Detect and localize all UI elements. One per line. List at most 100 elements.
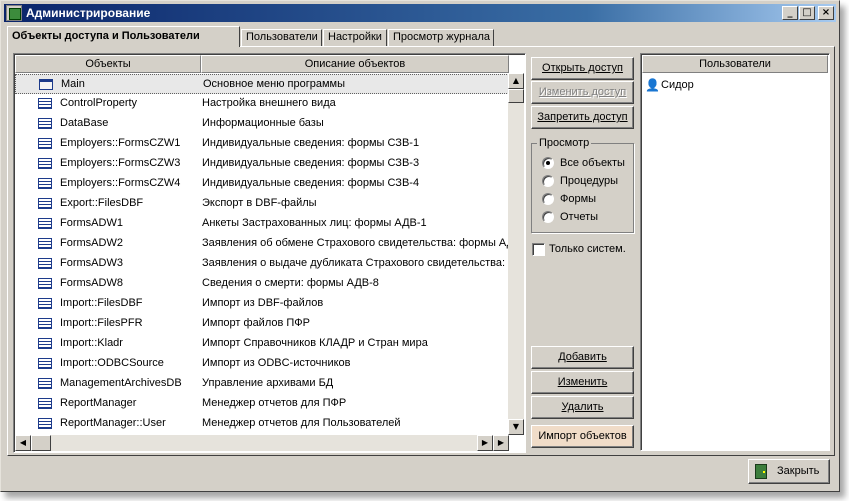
delete-object-button[interactable]: Удалить bbox=[531, 396, 634, 419]
table-icon bbox=[38, 138, 52, 149]
table-icon bbox=[38, 98, 52, 109]
tab-access-objects[interactable]: Объекты доступа и Пользователи bbox=[7, 26, 240, 47]
table-row[interactable]: Employers::FormsCZW4 Индивидуальные сведе… bbox=[15, 174, 509, 194]
scroll-left-arrow[interactable]: ◀ bbox=[15, 435, 31, 451]
maximize-button[interactable]: □ bbox=[799, 6, 815, 20]
deny-access-button[interactable]: Запретить доступ bbox=[531, 106, 634, 129]
add-object-button[interactable]: Добавить bbox=[531, 346, 634, 369]
tab-users[interactable]: Пользователи bbox=[241, 29, 322, 47]
table-row[interactable]: DataBase Информационные базы bbox=[15, 114, 509, 134]
close-window-button[interactable]: × bbox=[818, 6, 834, 20]
scroll-right-arrow[interactable]: ▶ bbox=[477, 435, 493, 451]
object-name-cell: Main bbox=[61, 78, 85, 90]
object-name-cell: Employers::FormsCZW4 bbox=[60, 177, 181, 189]
table-row[interactable]: FormsADW8 Сведения о смерти: формы АДВ-8 bbox=[15, 274, 509, 294]
object-name-cell: FormsADW1 bbox=[60, 217, 123, 229]
scroll-up-arrow[interactable]: ▲ bbox=[508, 73, 524, 89]
user-icon: 👤 bbox=[645, 78, 660, 92]
table-row[interactable]: Import::ODBCSource Импорт из ODBC-источни… bbox=[15, 354, 509, 374]
horizontal-scrollbar[interactable]: ◀ ▶ ▶ bbox=[15, 435, 509, 451]
object-name-cell: Import::Kladr bbox=[60, 337, 123, 349]
table-icon bbox=[38, 198, 52, 209]
table-icon bbox=[38, 338, 52, 349]
object-name-cell: DataBase bbox=[60, 117, 109, 129]
system-only-box[interactable] bbox=[532, 243, 545, 256]
object-name-cell: FormsADW3 bbox=[60, 257, 123, 269]
table-icon bbox=[38, 258, 52, 269]
table-icon bbox=[38, 278, 52, 289]
change-access-button[interactable]: Изменить доступ bbox=[531, 81, 634, 104]
tab-panel: Объекты Описание объектов Main Основное м… bbox=[7, 46, 835, 456]
vertical-scrollbar[interactable]: ▲ ▼ bbox=[508, 73, 524, 435]
table-icon bbox=[38, 118, 52, 129]
table-icon bbox=[38, 318, 52, 329]
tab-settings[interactable]: Настройки bbox=[323, 29, 387, 47]
table-icon bbox=[38, 358, 52, 369]
object-name-cell: Export::FilesDBF bbox=[60, 197, 144, 209]
table-row[interactable]: FormsADW1 Анкеты Застрахованных лиц: форм… bbox=[15, 214, 509, 234]
object-name-cell: ControlProperty bbox=[60, 97, 138, 109]
object-description-cell: Импорт из DBF-файлов bbox=[202, 297, 324, 309]
radio-procedures-label: Процедуры bbox=[560, 175, 619, 187]
object-description-cell: Заявления об обмене Страхового свидетель… bbox=[202, 237, 509, 249]
table-icon bbox=[38, 158, 52, 169]
table-icon bbox=[38, 298, 52, 309]
radio-all-objects-dot[interactable] bbox=[542, 157, 554, 169]
horizontal-scroll-thumb[interactable] bbox=[31, 435, 51, 451]
table-row[interactable]: Employers::FormsCZW3 Индивидуальные сведе… bbox=[15, 154, 509, 174]
table-icon bbox=[38, 178, 52, 189]
object-description-cell: Управление архивами БД bbox=[202, 377, 334, 389]
table-row[interactable]: FormsADW2 Заявления об обмене Страхового … bbox=[15, 234, 509, 254]
object-name-cell: Employers::FormsCZW3 bbox=[60, 157, 181, 169]
table-icon bbox=[38, 418, 52, 429]
table-row[interactable]: ManagementArchivesDB Управление архивами … bbox=[15, 374, 509, 394]
app-icon bbox=[6, 5, 22, 21]
object-name-cell: Import::FilesPFR bbox=[60, 317, 143, 329]
table-row[interactable]: ReportManager Менеджер отчетов для ПФР bbox=[15, 394, 509, 414]
object-description-cell: Индивидуальные сведения: формы СЗВ-4 bbox=[202, 177, 420, 189]
column-header-description[interactable]: Описание объектов bbox=[201, 55, 509, 73]
close-button-label: Закрыть bbox=[777, 465, 820, 477]
scroll-down-arrow[interactable]: ▼ bbox=[508, 419, 524, 435]
table-row[interactable]: Import::FilesDBF Импорт из DBF-файлов bbox=[15, 294, 509, 314]
table-row[interactable]: Employers::FormsCZW1 Индивидуальные сведе… bbox=[15, 134, 509, 154]
object-description-cell: Индивидуальные сведения: формы СЗВ-3 bbox=[202, 157, 420, 169]
vertical-scroll-thumb[interactable] bbox=[508, 89, 524, 103]
title-bar[interactable]: Администрирование _ □ × bbox=[4, 4, 836, 22]
object-name-cell: Employers::FormsCZW1 bbox=[60, 137, 181, 149]
view-filter-title: Просмотр bbox=[537, 137, 592, 149]
close-button[interactable]: Закрыть bbox=[748, 459, 830, 484]
minimize-button[interactable]: _ bbox=[782, 6, 798, 20]
edit-object-button[interactable]: Изменить bbox=[531, 371, 634, 394]
object-name-cell: ManagementArchivesDB bbox=[60, 377, 182, 389]
open-access-button[interactable]: Открыть доступ bbox=[531, 57, 634, 80]
table-row[interactable]: Import::Kladr Импорт Справочников КЛАДР и… bbox=[15, 334, 509, 354]
admin-window: Администрирование _ □ × Объекты доступа … bbox=[0, 0, 840, 492]
object-name-cell: ReportManager::User bbox=[60, 417, 166, 429]
tab-log-view[interactable]: Просмотр журнала bbox=[388, 29, 494, 47]
radio-reports-dot[interactable] bbox=[542, 211, 554, 223]
radio-reports-label: Отчеты bbox=[560, 211, 599, 223]
table-row[interactable]: Main Основное меню программы bbox=[15, 74, 509, 94]
object-description-cell: Импорт Справочников КЛАДР и Стран мира bbox=[202, 337, 428, 349]
table-row[interactable]: ReportManager::User Менеджер отчетов для … bbox=[15, 414, 509, 434]
users-list: Пользователи 👤 Сидор bbox=[640, 53, 830, 451]
column-header-objects[interactable]: Объекты bbox=[15, 55, 201, 73]
table-icon bbox=[38, 238, 52, 249]
window-title: Администрирование bbox=[26, 6, 151, 20]
radio-procedures-dot[interactable] bbox=[542, 175, 554, 187]
object-description-cell: Основное меню программы bbox=[203, 78, 345, 90]
table-row[interactable]: Export::FilesDBF Экспорт в DBF-файлы bbox=[15, 194, 509, 214]
table-row[interactable]: FormsADW3 Заявления о выдаче дубликата Ст… bbox=[15, 254, 509, 274]
radio-forms-dot[interactable] bbox=[542, 193, 554, 205]
object-description-cell: Анкеты Застрахованных лиц: формы АДВ-1 bbox=[202, 217, 427, 229]
object-description-cell: Менеджер отчетов для ПФР bbox=[202, 397, 347, 409]
users-column-header[interactable]: Пользователи bbox=[642, 55, 828, 73]
import-objects-button[interactable]: Импорт объектов bbox=[531, 425, 634, 448]
table-row[interactable]: ControlProperty Настройка внешнего вида bbox=[15, 94, 509, 114]
object-name-cell: FormsADW8 bbox=[60, 277, 123, 289]
scroll-right-end-arrow[interactable]: ▶ bbox=[493, 435, 509, 451]
exit-door-icon bbox=[755, 464, 767, 479]
table-row[interactable]: Import::FilesPFR Импорт файлов ПФР bbox=[15, 314, 509, 334]
object-description-cell: Импорт файлов ПФР bbox=[202, 317, 310, 329]
